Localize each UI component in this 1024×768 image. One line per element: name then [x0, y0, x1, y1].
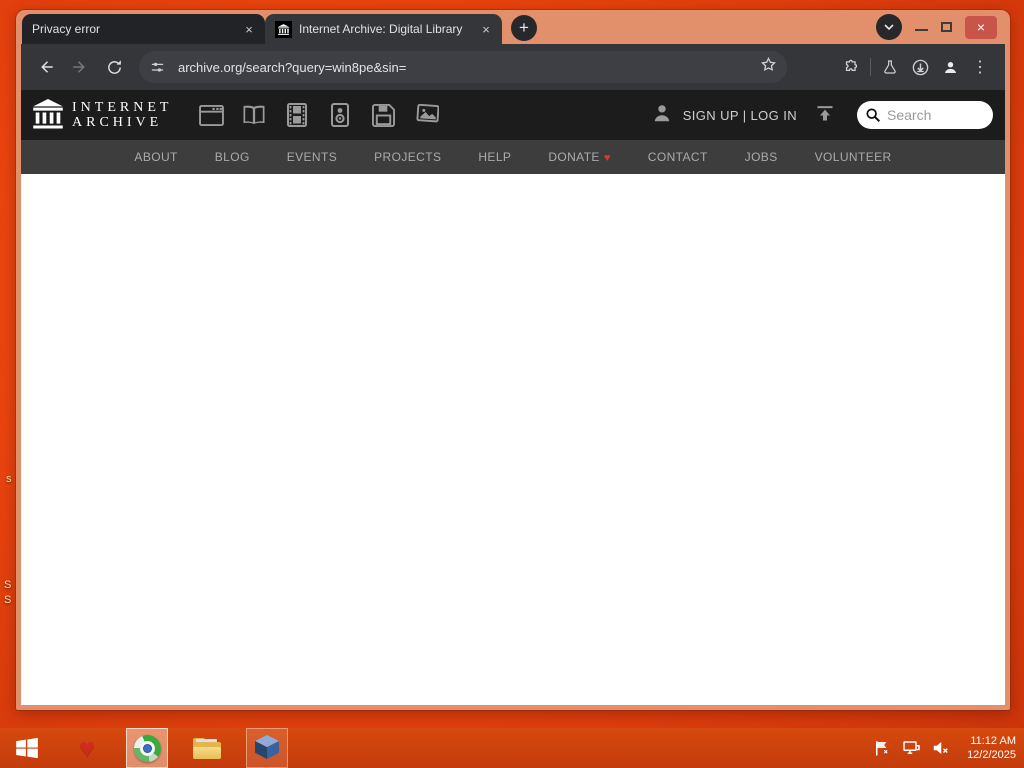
back-button[interactable] — [31, 52, 61, 82]
tab-close-icon[interactable]: × — [478, 21, 494, 37]
browser-window: Privacy error × Internet Archive: Digita… — [16, 10, 1010, 710]
red-app-taskbar-button[interactable]: ♥ — [66, 728, 108, 768]
start-button[interactable] — [6, 728, 48, 768]
bookmark-star-icon[interactable] — [760, 56, 777, 78]
desktop-label-fragment: s — [6, 473, 12, 485]
nav-about[interactable]: ABOUT — [134, 150, 177, 164]
archive-search-box[interactable] — [857, 101, 993, 129]
page-content-blank — [21, 174, 1005, 705]
internet-archive-logo[interactable]: INTERNET ARCHIVE — [33, 99, 172, 131]
file-explorer-taskbar-button[interactable] — [186, 728, 228, 768]
forward-button[interactable] — [65, 52, 95, 82]
close-window-button[interactable]: × — [965, 15, 997, 39]
software-floppy-icon[interactable] — [370, 102, 396, 128]
archive-search-input[interactable] — [887, 107, 979, 123]
tab-search-chevron-button[interactable] — [876, 14, 902, 40]
header-right: SIGN UP | LOG IN — [651, 101, 993, 129]
taskbar-clock[interactable]: 11:12 AM 12/2/2025 — [967, 734, 1016, 762]
red-app-icon: ♥ — [78, 732, 96, 763]
desktop-label-fragment: S — [4, 579, 12, 591]
virtualbox-icon — [255, 735, 279, 761]
new-tab-button[interactable]: + — [511, 15, 537, 41]
media-type-icons — [198, 102, 439, 128]
tab-privacy-error[interactable]: Privacy error × — [22, 14, 265, 44]
tab-close-icon[interactable]: × — [241, 21, 257, 37]
minimize-button[interactable] — [915, 29, 928, 31]
internet-archive-header: INTERNET ARCHIVE SIGN UP | LOG IN Search — [21, 90, 1005, 140]
account-person-icon[interactable] — [651, 102, 673, 129]
site-settings-icon[interactable] — [145, 55, 169, 79]
upload-icon[interactable] — [815, 103, 835, 128]
virtualbox-taskbar-button[interactable] — [246, 728, 288, 768]
volume-muted-icon[interactable] — [930, 738, 950, 758]
tab-title: Privacy error — [32, 22, 101, 36]
nav-events[interactable]: EVENTS — [287, 150, 337, 164]
donate-heart-icon: ♥ — [603, 152, 611, 164]
browser-menu-icon[interactable]: ⋮ — [965, 52, 995, 82]
tab-internet-archive[interactable]: Internet Archive: Digital Library × — [265, 14, 502, 44]
toolbar-separator — [870, 58, 871, 76]
reload-button[interactable] — [99, 52, 129, 82]
network-status-icon[interactable] — [901, 738, 921, 758]
profile-avatar-icon[interactable] — [935, 52, 965, 82]
maximize-button[interactable] — [941, 22, 952, 32]
taskbar: ♥ 11:12 AM 12/2/2025 — [0, 728, 1024, 768]
internet-archive-nav: ABOUT BLOG EVENTS PROJECTS HELP DONATE ♥ … — [21, 140, 1005, 174]
downloads-icon[interactable] — [905, 52, 935, 82]
video-film-icon[interactable] — [284, 102, 310, 128]
chromium-icon — [133, 734, 161, 762]
nav-donate-label: DONATE — [548, 150, 600, 164]
url-text[interactable]: archive.org/search?query=win8pe&sin= — [178, 60, 751, 75]
system-tray: 11:12 AM 12/2/2025 — [872, 734, 1024, 762]
nav-help[interactable]: HELP — [478, 150, 511, 164]
internet-archive-favicon-icon — [275, 20, 292, 38]
internet-archive-building-icon — [33, 99, 63, 129]
labs-flask-icon[interactable] — [875, 52, 905, 82]
browser-toolbar: archive.org/search?query=win8pe&sin= ⋮ — [21, 44, 1005, 90]
nav-projects[interactable]: PROJECTS — [374, 150, 441, 164]
window-controls: × — [876, 10, 1003, 44]
search-icon — [866, 108, 881, 123]
toolbar-right-icons: ⋮ — [836, 52, 995, 82]
nav-jobs[interactable]: JOBS — [745, 150, 778, 164]
web-archive-icon[interactable] — [198, 102, 224, 128]
clock-time: 11:12 AM — [970, 735, 1016, 747]
tab-title: Internet Archive: Digital Library — [299, 22, 463, 36]
internet-archive-wordmark: INTERNET ARCHIVE — [72, 100, 173, 130]
nav-volunteer[interactable]: VOLUNTEER — [815, 150, 892, 164]
tab-strip: Privacy error × Internet Archive: Digita… — [21, 10, 1005, 44]
clock-date: 12/2/2025 — [967, 749, 1016, 761]
images-photos-icon[interactable] — [413, 102, 439, 128]
audio-speaker-icon[interactable] — [327, 102, 353, 128]
sign-up-log-in-link[interactable]: SIGN UP | LOG IN — [683, 108, 797, 123]
file-explorer-icon — [193, 737, 221, 759]
action-center-flag-icon[interactable] — [872, 738, 892, 758]
chromium-taskbar-button[interactable] — [126, 728, 168, 768]
desktop-label-fragment: S — [4, 594, 12, 606]
nav-donate[interactable]: DONATE ♥ — [548, 150, 610, 164]
address-bar[interactable]: archive.org/search?query=win8pe&sin= — [139, 51, 787, 83]
windows-logo-icon — [16, 737, 38, 759]
texts-book-icon[interactable] — [241, 102, 267, 128]
extensions-icon[interactable] — [836, 52, 866, 82]
nav-contact[interactable]: CONTACT — [648, 150, 708, 164]
nav-blog[interactable]: BLOG — [215, 150, 250, 164]
